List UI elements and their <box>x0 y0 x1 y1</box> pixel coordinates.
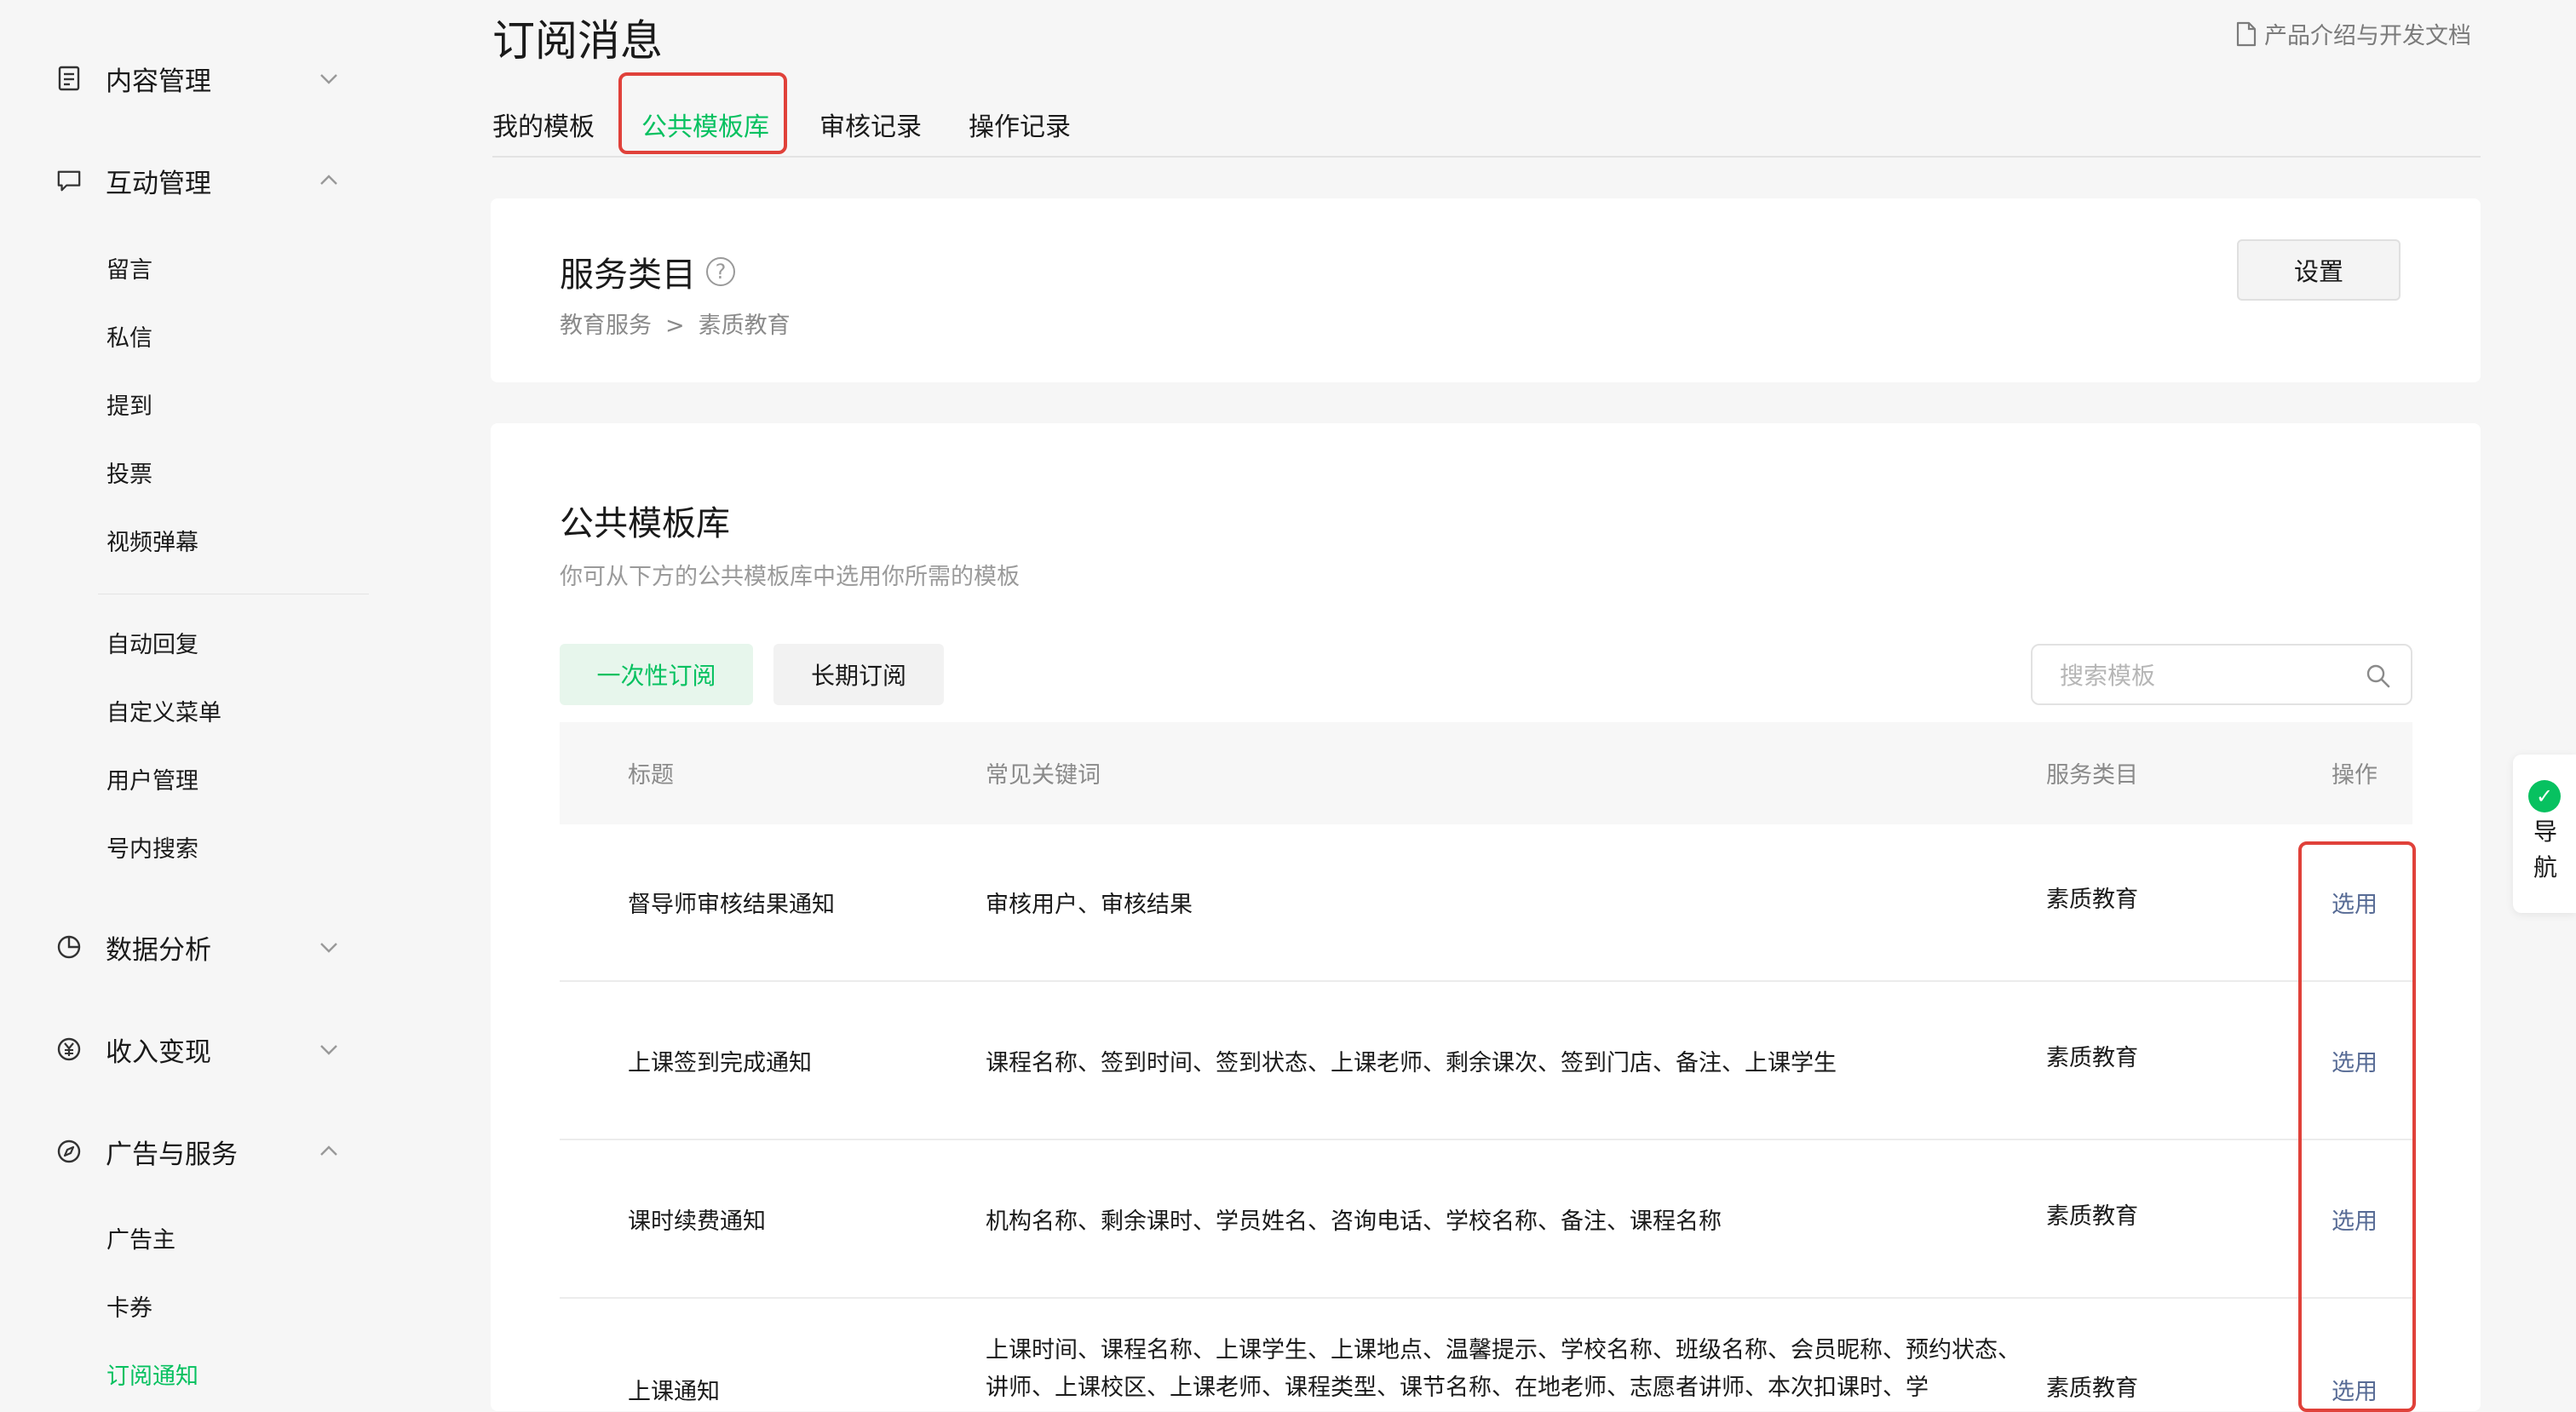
tab-my-templates[interactable]: 我的模板 <box>492 109 595 146</box>
sidebar-group-monetization[interactable]: 收入变现 <box>56 1024 346 1075</box>
chevron-up-icon[interactable] <box>317 169 341 192</box>
column-category: 服务类目 <box>2046 762 2138 789</box>
library-title: 公共模板库 <box>560 504 730 543</box>
crumb-separator: > <box>665 313 685 339</box>
sidebar-item-in-account-search[interactable]: 号内搜索 <box>106 833 198 867</box>
doc-link-label: 产品介绍与开发文档 <box>2264 23 2471 49</box>
sidebar-group-label: 内容管理 <box>106 66 211 97</box>
segment-one-time[interactable]: 一次性订阅 <box>560 644 753 705</box>
row-keywords: 课程名称、签到时间、签到状态、上课老师、剩余课次、签到门店、备注、上课学生 <box>986 1050 1837 1076</box>
sidebar-group-label: 收入变现 <box>106 1036 211 1068</box>
sidebar-group-analytics[interactable]: 数据分析 <box>56 921 346 973</box>
row-title: 课时续费通知 <box>628 1208 766 1235</box>
row-keywords: 机构名称、剩余课时、学员姓名、咨询电话、学校名称、备注、课程名称 <box>986 1208 1722 1235</box>
tab-divider <box>492 156 2481 158</box>
row-category: 素质教育 <box>2046 1045 2138 1071</box>
compass-icon <box>56 1139 82 1164</box>
row-title: 上课通知 <box>628 1379 720 1405</box>
settings-button[interactable]: 设置 <box>2237 239 2401 301</box>
sidebar-item-advertiser[interactable]: 广告主 <box>106 1224 175 1258</box>
pie-chart-icon <box>56 934 82 960</box>
row-keywords: 上课时间、课程名称、上课学生、上课地点、温馨提示、学校名称、班级名称、会员昵称、… <box>986 1337 2021 1401</box>
highlight-box-tab <box>618 72 787 154</box>
chevron-down-icon[interactable] <box>317 1037 341 1061</box>
sidebar-group-label: 广告与服务 <box>106 1139 238 1170</box>
tab-review-records[interactable]: 审核记录 <box>819 109 922 146</box>
service-breadcrumb: 教育服务 > 素质教育 <box>560 307 791 340</box>
doc-link[interactable]: 产品介绍与开发文档 <box>2235 17 2471 50</box>
column-keywords: 常见关键词 <box>986 762 1101 789</box>
document-icon <box>56 66 82 91</box>
chevron-up-icon[interactable] <box>317 1139 341 1163</box>
sidebar-item-video-danmaku[interactable]: 视频弹幕 <box>106 526 198 560</box>
service-category-title: 服务类目 ? <box>560 247 735 296</box>
page-title: 订阅消息 <box>492 16 663 66</box>
library-description: 你可从下方的公共模板库中选用你所需的模板 <box>560 564 1020 590</box>
sidebar-item-subscription-notice[interactable]: 订阅通知 <box>106 1360 198 1394</box>
highlight-box-actions <box>2298 841 2416 1412</box>
row-divider <box>560 980 2412 982</box>
row-category: 素质教育 <box>2046 1375 2138 1402</box>
service-category-card <box>491 198 2481 382</box>
sidebar-group-content[interactable]: 内容管理 <box>56 53 346 104</box>
chevron-down-icon[interactable] <box>317 66 341 90</box>
question-mark-icon[interactable]: ? <box>706 257 735 286</box>
search-icon[interactable] <box>2365 663 2392 690</box>
file-icon <box>2236 21 2257 46</box>
column-action: 操作 <box>2332 762 2378 789</box>
row-category: 素质教育 <box>2046 1203 2138 1230</box>
sidebar-item-custom-menu[interactable]: 自定义菜单 <box>106 697 221 731</box>
segment-long-term[interactable]: 长期订阅 <box>773 644 944 705</box>
check-icon: ✓ <box>2528 780 2561 812</box>
sidebar-item-comments[interactable]: 留言 <box>106 254 152 288</box>
sidebar-group-interaction[interactable]: 互动管理 <box>56 155 346 206</box>
crumb-level-2: 素质教育 <box>698 313 791 339</box>
sidebar-item-votes[interactable]: 投票 <box>106 458 152 492</box>
sidebar-item-user-management[interactable]: 用户管理 <box>106 765 198 799</box>
row-category: 素质教育 <box>2046 887 2138 913</box>
sidebar-item-messages[interactable]: 私信 <box>106 322 152 356</box>
row-divider <box>560 1139 2412 1140</box>
sidebar-group-label: 数据分析 <box>106 934 211 966</box>
service-category-label: 服务类目 <box>560 255 696 295</box>
chevron-down-icon[interactable] <box>317 935 341 959</box>
chat-bubble-icon <box>56 168 82 193</box>
sidebar-group-label: 互动管理 <box>106 168 211 199</box>
search-input[interactable] <box>2058 654 2351 697</box>
row-title: 督导师审核结果通知 <box>628 892 835 918</box>
tab-operation-records[interactable]: 操作记录 <box>969 109 1071 146</box>
sidebar-group-ads-services[interactable]: 广告与服务 <box>56 1126 346 1177</box>
row-title: 上课签到完成通知 <box>628 1050 812 1076</box>
crumb-level-1: 教育服务 <box>560 313 652 339</box>
sidebar-item-mentions[interactable]: 提到 <box>106 390 152 424</box>
template-search-box <box>2031 644 2412 705</box>
row-divider <box>560 1297 2412 1299</box>
row-keywords: 审核用户、审核结果 <box>986 892 1193 918</box>
floating-nav[interactable]: ✓ 导航 <box>2513 755 2576 913</box>
sidebar-item-coupons[interactable]: 卡券 <box>106 1292 152 1326</box>
sidebar-item-auto-reply[interactable]: 自动回复 <box>106 629 198 663</box>
yen-coin-icon <box>56 1036 82 1062</box>
floating-nav-label: 导航 <box>2533 818 2557 881</box>
column-title: 标题 <box>628 762 674 789</box>
